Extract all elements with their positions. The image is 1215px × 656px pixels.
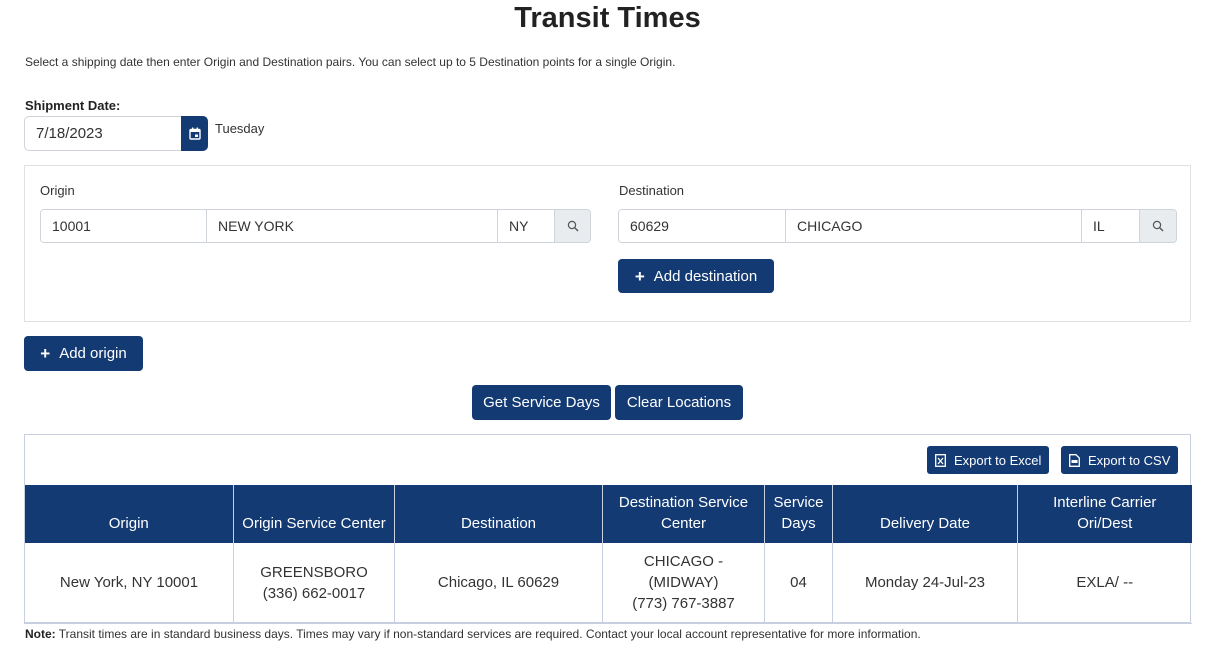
destination-input-group: 60629 CHICAGO IL bbox=[618, 209, 1177, 243]
weekday-label: Tuesday bbox=[215, 121, 265, 136]
origin-sc-phone: (336) 662-0017 bbox=[262, 584, 366, 602]
origin-label: Origin bbox=[40, 183, 75, 198]
locations-panel: Origin 10001 NEW YORK NY Destination 606… bbox=[24, 165, 1191, 322]
export-csv-label: Export to CSV bbox=[1088, 452, 1171, 468]
footnote: Note: Transit times are in standard busi… bbox=[25, 627, 921, 641]
export-excel-button[interactable]: Export to Excel bbox=[927, 446, 1050, 474]
intro-text: Select a shipping date then enter Origin… bbox=[25, 55, 676, 69]
note-text: Transit times are in standard business d… bbox=[55, 627, 921, 641]
calendar-button[interactable] bbox=[181, 116, 208, 151]
note-label: Note: bbox=[25, 627, 56, 641]
header-service-days: Service Days bbox=[764, 485, 833, 543]
header-interline-carrier: Interline Carrier Ori/Dest bbox=[1017, 485, 1192, 543]
cell-interline-carrier: EXLA/ -- bbox=[1017, 543, 1192, 624]
header-delivery-date: Delivery Date bbox=[832, 485, 1018, 543]
add-origin-label: Add origin bbox=[59, 345, 127, 362]
header-origin-service-center: Origin Service Center bbox=[233, 485, 395, 543]
destination-zip-input[interactable]: 60629 bbox=[619, 210, 786, 242]
dest-sc-name-line1: CHICAGO - bbox=[643, 553, 724, 571]
plus-icon: + bbox=[40, 344, 51, 363]
get-service-days-button[interactable]: Get Service Days bbox=[472, 385, 611, 420]
results-panel: Export to Excel Export to CSV Origin Ori… bbox=[24, 434, 1192, 624]
export-excel-label: Export to Excel bbox=[954, 452, 1042, 468]
cell-origin: New York, NY 10001 bbox=[24, 543, 234, 624]
header-destination: Destination bbox=[394, 485, 603, 543]
page-title: Transit Times bbox=[514, 2, 701, 34]
clear-locations-button[interactable]: Clear Locations bbox=[615, 385, 743, 420]
calendar-icon bbox=[188, 127, 201, 140]
shipment-date-input[interactable]: 7/18/2023 bbox=[24, 116, 181, 151]
destination-city-input[interactable]: CHICAGO bbox=[786, 210, 1082, 242]
shipment-date-group: 7/18/2023 bbox=[24, 116, 208, 151]
cell-destination: Chicago, IL 60629 bbox=[394, 543, 603, 624]
table-header-row: Origin Origin Service Center Destination… bbox=[24, 485, 1192, 543]
header-destination-service-center: Destination Service Center bbox=[602, 485, 765, 543]
shipment-date-label: Shipment Date: bbox=[25, 98, 121, 113]
cell-delivery-date: Monday 24-Jul-23 bbox=[832, 543, 1018, 624]
search-icon bbox=[567, 220, 578, 232]
csv-file-icon bbox=[1069, 453, 1080, 467]
cell-destination-service-center: CHICAGO - (MIDWAY) (773) 767-3887 bbox=[602, 543, 765, 624]
table-row: New York, NY 10001 GREENSBORO (336) 662-… bbox=[24, 543, 1192, 624]
origin-input-group: 10001 NEW YORK NY bbox=[40, 209, 591, 243]
origin-city-input[interactable]: NEW YORK bbox=[207, 210, 498, 242]
origin-state-input[interactable]: NY bbox=[498, 210, 555, 242]
dest-sc-name-line2: (MIDWAY) bbox=[648, 574, 719, 592]
excel-file-icon bbox=[935, 453, 946, 467]
add-origin-button[interactable]: + Add origin bbox=[24, 336, 143, 371]
cell-service-days: 04 bbox=[764, 543, 833, 624]
plus-icon: + bbox=[634, 266, 645, 286]
cell-origin-service-center: GREENSBORO (336) 662-0017 bbox=[233, 543, 395, 624]
origin-search-button[interactable] bbox=[555, 210, 590, 242]
search-icon bbox=[1152, 220, 1164, 232]
add-destination-label: Add destination bbox=[653, 267, 758, 285]
origin-zip-input[interactable]: 10001 bbox=[41, 210, 207, 242]
add-destination-button[interactable]: + Add destination bbox=[618, 259, 774, 293]
header-origin: Origin bbox=[24, 485, 234, 543]
destination-label: Destination bbox=[619, 183, 685, 198]
destination-search-button[interactable] bbox=[1140, 210, 1176, 242]
dest-sc-phone: (773) 767-3887 bbox=[632, 595, 735, 613]
results-table: Origin Origin Service Center Destination… bbox=[24, 485, 1192, 624]
origin-sc-name: GREENSBORO bbox=[260, 563, 368, 581]
export-csv-button[interactable]: Export to CSV bbox=[1061, 446, 1179, 474]
destination-state-input[interactable]: IL bbox=[1082, 210, 1140, 242]
